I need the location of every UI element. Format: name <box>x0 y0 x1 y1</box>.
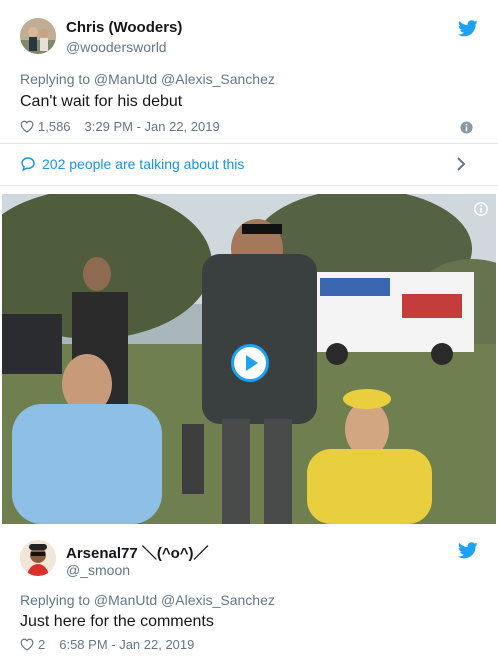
author-handle[interactable]: @_smoon <box>66 562 130 578</box>
replying-to[interactable]: Replying to @ManUtd @Alexis_Sanchez <box>20 592 275 608</box>
heart-icon[interactable] <box>20 638 34 651</box>
conversation-link[interactable]: 202 people are talking about this <box>0 143 498 183</box>
embedded-video[interactable] <box>2 194 496 524</box>
tweet-card-1: Chris (Wooders) @woodersworld Replying t… <box>0 0 498 186</box>
avatar[interactable] <box>20 540 56 576</box>
info-icon[interactable] <box>474 202 488 216</box>
heart-icon[interactable] <box>20 120 34 133</box>
tweet-text: Can't wait for his debut <box>20 93 183 110</box>
play-button[interactable] <box>231 344 269 382</box>
tweet-text: Just here for the comments <box>20 613 214 630</box>
author-name[interactable]: Chris (Wooders) <box>66 19 182 36</box>
talking-count[interactable]: 202 people are talking about this <box>42 156 244 172</box>
twitter-bird-icon[interactable] <box>458 20 478 37</box>
like-count[interactable]: 1,586 <box>38 119 71 134</box>
speech-bubble-icon <box>21 156 35 171</box>
chevron-right-icon[interactable] <box>456 157 466 171</box>
timestamp[interactable]: 6:58 PM - Jan 22, 2019 <box>59 637 194 652</box>
like-count[interactable]: 2 <box>38 637 45 652</box>
tweet-meta: 2 6:58 PM - Jan 22, 2019 <box>20 637 194 652</box>
tweet-meta: 1,586 3:29 PM - Jan 22, 2019 <box>20 119 220 134</box>
author-name[interactable]: Arsenal77 ＼(^o^)／ <box>66 542 209 563</box>
author-handle[interactable]: @woodersworld <box>66 39 167 55</box>
twitter-bird-icon[interactable] <box>458 542 478 559</box>
timestamp[interactable]: 3:29 PM - Jan 22, 2019 <box>85 119 220 134</box>
replying-to[interactable]: Replying to @ManUtd @Alexis_Sanchez <box>20 71 275 87</box>
avatar[interactable] <box>20 18 56 54</box>
info-icon[interactable] <box>460 121 473 134</box>
play-icon <box>246 355 258 371</box>
